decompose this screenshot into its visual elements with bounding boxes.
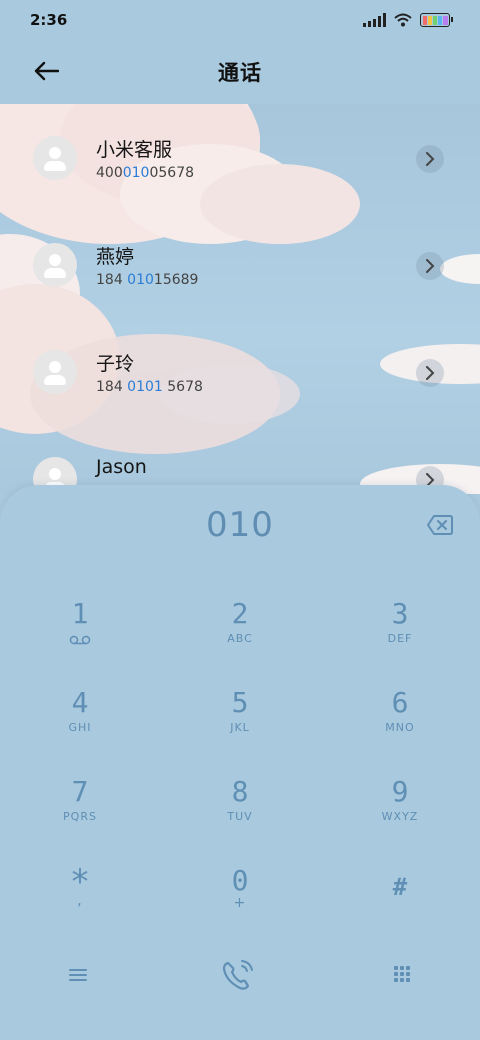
backspace-icon <box>427 515 453 535</box>
back-arrow-icon <box>34 61 59 81</box>
contact-detail-button[interactable] <box>416 359 444 387</box>
page-title: 通话 <box>218 61 262 85</box>
avatar <box>33 136 77 180</box>
wifi-icon <box>394 13 412 27</box>
header: 通话 <box>0 40 480 104</box>
dialpad-toggle-button[interactable] <box>380 953 424 997</box>
key-7[interactable]: 7 PQRS <box>25 776 135 852</box>
key-0[interactable]: 0 + <box>185 865 295 941</box>
status-bar: 2:36 <box>0 0 480 40</box>
key-1[interactable]: 1 <box>25 598 135 674</box>
contact-list: 小米客服 40001005678 燕婷 184 01015689 子玲 184 … <box>0 104 480 494</box>
contact-number: 184 01015689 <box>96 272 199 288</box>
contact-detail-button[interactable] <box>416 145 444 173</box>
dialpad: 010 1 2 ABC 3 DEF 4 GHI 5 JKL 6 MNO 7 PQ… <box>0 485 480 1040</box>
avatar <box>33 243 77 287</box>
back-button[interactable] <box>26 54 66 88</box>
contact-row[interactable]: Jason <box>0 425 480 494</box>
contact-number: 184 0101 5678 <box>96 379 203 395</box>
contact-name: 小米客服 <box>96 139 173 161</box>
contact-detail-button[interactable] <box>416 252 444 280</box>
signal-icon <box>363 13 386 27</box>
call-button[interactable] <box>216 953 260 997</box>
chevron-right-icon <box>426 152 435 166</box>
dialed-number: 010 <box>206 505 274 545</box>
key-star[interactable]: * , <box>25 865 135 941</box>
key-4[interactable]: 4 GHI <box>25 687 135 763</box>
key-9[interactable]: 9 WXYZ <box>345 776 455 852</box>
contact-row[interactable]: 子玲 184 0101 5678 <box>0 318 480 425</box>
contact-name: 燕婷 <box>96 246 135 268</box>
status-time: 2:36 <box>30 11 68 29</box>
chevron-right-icon <box>426 366 435 380</box>
contact-row[interactable]: 小米客服 40001005678 <box>0 104 480 211</box>
key-8[interactable]: 8 TUV <box>185 776 295 852</box>
key-2[interactable]: 2 ABC <box>185 598 295 674</box>
key-hash[interactable]: # <box>345 871 455 947</box>
key-6[interactable]: 6 MNO <box>345 687 455 763</box>
avatar <box>33 350 77 394</box>
status-icons <box>363 13 453 27</box>
menu-button[interactable] <box>56 953 100 997</box>
backspace-button[interactable] <box>426 513 454 537</box>
contact-name: 子玲 <box>96 353 135 375</box>
menu-icon <box>69 969 87 981</box>
voicemail-icon <box>69 635 91 645</box>
contact-name: Jason <box>96 456 147 478</box>
call-icon <box>222 960 253 990</box>
battery-icon <box>420 13 453 27</box>
chevron-right-icon <box>426 259 435 273</box>
dialpad-grid-icon <box>394 966 410 982</box>
contact-row[interactable]: 燕婷 184 01015689 <box>0 211 480 318</box>
key-5[interactable]: 5 JKL <box>185 687 295 763</box>
key-3[interactable]: 3 DEF <box>345 598 455 674</box>
contact-number: 40001005678 <box>96 165 195 181</box>
